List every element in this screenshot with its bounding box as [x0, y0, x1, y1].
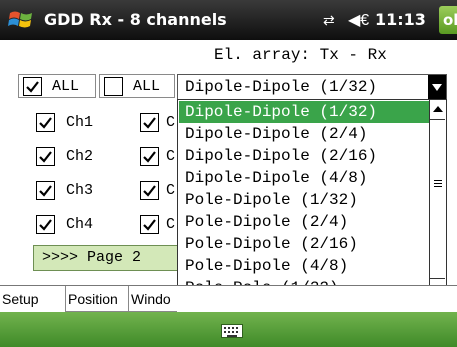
checkmark-icon	[39, 117, 52, 129]
windows-start-icon[interactable]	[8, 8, 34, 32]
dropdown-option[interactable]: Pole-Dipole (2/4)	[179, 211, 431, 233]
electrode-array-label: El. array: Tx - Rx	[214, 46, 387, 64]
dropdown-option[interactable]: Dipole-Dipole (2/4)	[179, 123, 431, 145]
grip-line	[434, 183, 442, 184]
dropdown-option[interactable]: Dipole-Dipole (4/8)	[179, 167, 431, 189]
ch3-checkbox[interactable]	[36, 181, 55, 200]
ch4-checkbox[interactable]	[36, 215, 55, 234]
clock[interactable]: 11:13	[375, 10, 426, 29]
grip-line	[434, 186, 442, 187]
tab-position[interactable]: Position	[66, 286, 129, 312]
soft-key-bar	[0, 312, 457, 347]
ch6-label: C	[166, 148, 176, 165]
checkmark-icon	[143, 185, 156, 197]
electrode-array-dropdown[interactable]: Dipole-Dipole (1/32) Dipole-Dipole (2/4)…	[177, 99, 447, 305]
rx-all-toggle[interactable]: ALL	[99, 74, 175, 98]
rx-all-label: ALL	[133, 78, 161, 95]
checkmark-icon	[143, 219, 156, 231]
dropdown-option[interactable]: Pole-Dipole (4/8)	[179, 255, 431, 277]
tx-all-label: ALL	[52, 78, 80, 95]
tx-all-toggle[interactable]: ALL	[18, 74, 96, 98]
page-2-button[interactable]: >>>> Page 2	[33, 245, 183, 271]
ch7-label: C	[166, 182, 176, 199]
scrollbar-thumb[interactable]	[430, 119, 445, 279]
ch5-label: C	[166, 114, 176, 131]
checkmark-icon	[26, 81, 39, 93]
scroll-up-arrow-icon[interactable]	[430, 100, 446, 118]
dropdown-scrollbar[interactable]	[429, 100, 446, 304]
grip-line	[434, 180, 442, 181]
ch6-checkbox[interactable]	[140, 147, 159, 166]
checkmark-icon	[39, 219, 52, 231]
dropdown-option[interactable]: Dipole-Dipole (1/32)	[179, 101, 431, 123]
volume-icon[interactable]: ◀€	[348, 10, 369, 30]
dropdown-option[interactable]: Pole-Dipole (2/16)	[179, 233, 431, 255]
tx-all-checkbox[interactable]	[23, 77, 42, 96]
checkmark-icon	[143, 151, 156, 163]
ok-button[interactable]: ok	[439, 6, 457, 34]
ch7-checkbox[interactable]	[140, 181, 159, 200]
tab-bar: Setup Position Windo	[0, 285, 457, 313]
chevron-down-icon[interactable]	[428, 75, 446, 99]
checkmark-icon	[39, 151, 52, 163]
ch1-label: Ch1	[66, 114, 94, 131]
tab-setup[interactable]: Setup	[0, 286, 66, 312]
keyboard-icon[interactable]	[221, 324, 243, 338]
checkmark-icon	[143, 117, 156, 129]
title-bar: GDD Rx - 8 channels ⇄ ◀€ 11:13 ok	[0, 0, 457, 40]
network-icon[interactable]: ⇄	[323, 12, 335, 29]
tab-window[interactable]: Windo	[129, 286, 177, 312]
dropdown-option[interactable]: Dipole-Dipole (2/16)	[179, 145, 431, 167]
electrode-array-select[interactable]: Dipole-Dipole (1/32)	[177, 74, 447, 100]
ch1-checkbox[interactable]	[36, 113, 55, 132]
ch8-checkbox[interactable]	[140, 215, 159, 234]
combo-selected-value: Dipole-Dipole (1/32)	[185, 78, 378, 96]
ch5-checkbox[interactable]	[140, 113, 159, 132]
ch4-label: Ch4	[66, 216, 94, 233]
ch2-label: Ch2	[66, 148, 94, 165]
checkmark-icon	[39, 185, 52, 197]
ch2-checkbox[interactable]	[36, 147, 55, 166]
dropdown-option[interactable]: Pole-Dipole (1/32)	[179, 189, 431, 211]
window-title: GDD Rx - 8 channels	[44, 10, 227, 29]
ch8-label: C	[166, 216, 176, 233]
rx-all-checkbox[interactable]	[104, 77, 123, 96]
ch3-label: Ch3	[66, 182, 94, 199]
